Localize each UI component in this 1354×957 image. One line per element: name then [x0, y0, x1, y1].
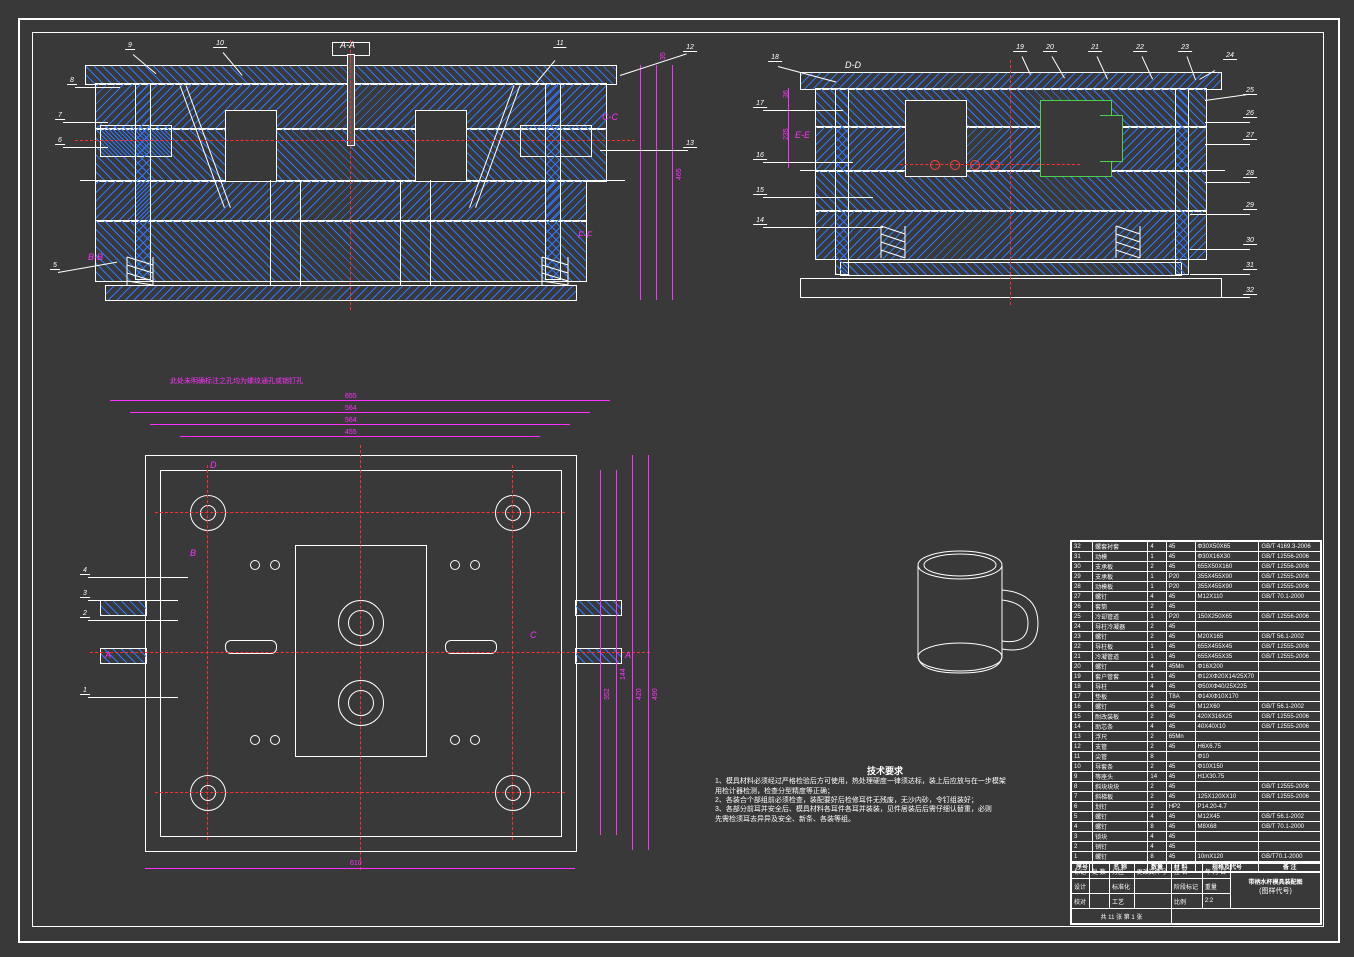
balloon-5: 5: [50, 262, 60, 270]
cut-b: B: [190, 548, 196, 558]
balloon-29: 29: [1243, 202, 1257, 210]
tb-design: 设计: [1072, 879, 1090, 894]
dim-235: 235: [783, 128, 790, 140]
balloon-1: 1: [80, 687, 90, 695]
balloon-9: 9: [125, 42, 135, 50]
dim-144: 144: [620, 668, 627, 680]
tech-req-2: 2、各装合个部组前必须检查，装配要好后检修耳件无残废，无沙内砂，令钉组装好；: [715, 796, 1055, 805]
tb-chg: 更改文件号: [1134, 864, 1171, 879]
dim-352: 352: [604, 688, 611, 700]
balloon-32: 32: [1243, 287, 1257, 295]
tb-zone: 处 数: [1090, 864, 1110, 879]
dim-610: 610: [350, 860, 362, 867]
ee-label: E-E: [795, 130, 810, 140]
tb-proc: 工艺: [1110, 894, 1135, 909]
tech-req-1: 1、模具材料必须经过严格检验后方可使用，热处理硬度一律须达标，装上后应放与在一步…: [715, 777, 1055, 786]
tb-check: 校对: [1072, 894, 1090, 909]
tb-scale-lbl: 比例: [1171, 894, 1202, 909]
balloon-31: 31: [1243, 262, 1257, 270]
cut-a-right: A: [625, 650, 631, 660]
balloon-18: 18: [768, 54, 782, 62]
balloon-2: 2: [80, 610, 90, 618]
balloon-17: 17: [753, 100, 767, 108]
tb-mark: 标记: [1072, 864, 1090, 879]
cut-a-left: A: [105, 650, 111, 660]
balloon-26: 26: [1243, 110, 1257, 118]
balloon-28: 28: [1243, 170, 1257, 178]
section-aa-label: A-A: [340, 40, 355, 50]
balloon-21: 21: [1088, 44, 1102, 52]
tb-stage: 阶段标记: [1171, 879, 1202, 894]
balloon-15: 15: [753, 187, 767, 195]
balloon-30: 30: [1243, 237, 1257, 245]
bb-label: B-B: [88, 252, 103, 262]
tb-scale-val: 2:2: [1202, 894, 1230, 909]
balloon-7: 7: [55, 112, 65, 120]
balloon-14: 14: [753, 217, 767, 225]
tech-req-1b: 用检计器检测，检查分型精度等正确；: [715, 787, 1055, 796]
dim-36: 36: [783, 90, 790, 98]
balloon-4: 4: [80, 567, 90, 575]
balloon-8: 8: [67, 77, 77, 85]
tb-date: 年 月 日: [1202, 864, 1230, 879]
ff-label: F-F: [578, 230, 592, 240]
title-block: 标记 处 数 分区 更改文件号 签 名 年 月 日 带柄水杯模具装配图 (图样代…: [1070, 862, 1322, 925]
tb-sheet: 共 11 张 第 1 张: [1072, 909, 1172, 924]
dim-655: 655: [345, 393, 357, 400]
tech-req-3b: 先需检须耳去异异及安全、新条、各装等组。: [715, 815, 1055, 824]
balloon-22: 22: [1133, 44, 1147, 52]
plan-pink-note: 此处未明确标注之孔均为螺纹通孔或销钉孔: [170, 376, 303, 386]
bom-table: 32螺套衬套4 45Φ30X50X65GB/T 4169.3-2006 31动模…: [1070, 540, 1322, 873]
dim-420: 420: [636, 688, 643, 700]
balloon-3: 3: [80, 590, 90, 598]
tb-sign: 签 名: [1171, 864, 1202, 879]
cut-d: D: [210, 460, 217, 470]
tb-std: 标准化: [1110, 879, 1135, 894]
balloon-13: 13: [683, 140, 697, 148]
balloon-24: 24: [1223, 52, 1237, 60]
cup-iso: [900, 545, 1050, 685]
drawing-title: 带柄水杯模具装配图: [1233, 877, 1318, 886]
tech-req-title: 技术要求: [715, 765, 1055, 777]
balloon-19: 19: [1013, 44, 1027, 52]
balloon-12: 12: [683, 44, 697, 52]
dd-label: D-D: [845, 60, 861, 70]
tech-requirements: 技术要求 1、模具材料必须经过严格检验后方可使用，热处理硬度一律须达标，装上后应…: [715, 765, 1055, 824]
cc-label: C-C: [602, 112, 618, 122]
dim-455: 455: [345, 429, 357, 436]
balloon-6: 6: [55, 137, 65, 145]
balloon-27: 27: [1243, 132, 1257, 140]
dim-490: 490: [652, 688, 659, 700]
balloon-11: 11: [553, 40, 566, 48]
balloon-16: 16: [753, 152, 767, 160]
cut-c: C: [530, 630, 537, 640]
dim-564b: 564: [345, 417, 357, 424]
tb-weight: 重量: [1205, 885, 1217, 891]
dim-465: 465: [676, 168, 683, 180]
drawing-sheet: A-A B-B C-C F-F 35 465 5 6 7 8 9 10 11 1…: [0, 0, 1354, 957]
balloon-20: 20: [1043, 44, 1057, 52]
balloon-10: 10: [213, 40, 227, 48]
dim-564a: 564: [345, 405, 357, 412]
tech-req-3: 3、各部分前耳并安全后、模具材料各耳件各耳并装装，见件居装后后需仔细认替重，必则: [715, 805, 1055, 814]
tb-area: 分区: [1110, 864, 1135, 879]
balloon-23: 23: [1178, 44, 1192, 52]
drawing-code: (图样代号): [1233, 886, 1318, 896]
